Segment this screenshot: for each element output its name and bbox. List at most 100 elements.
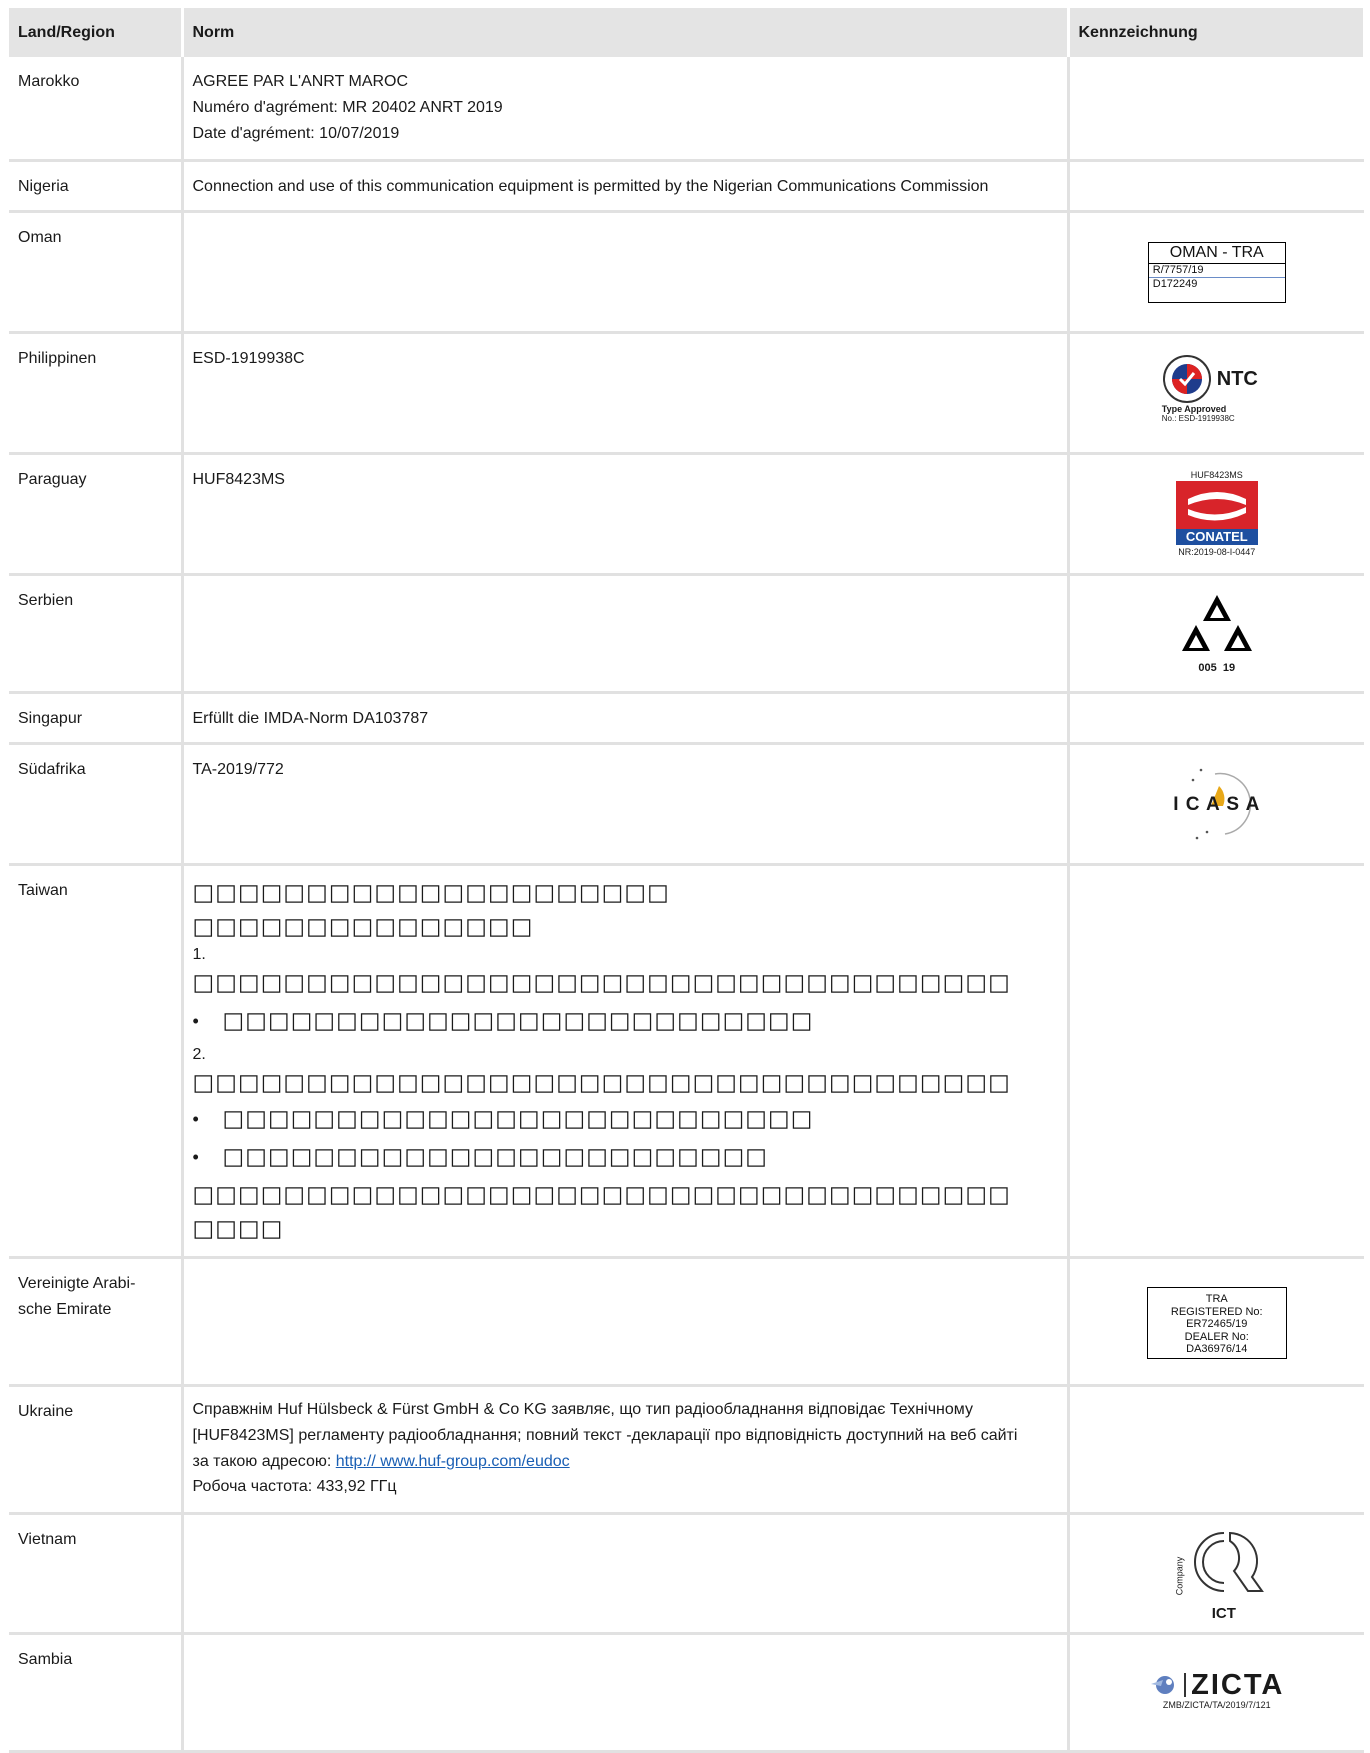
country-line: sche Emirate: [18, 1300, 112, 1318]
norm-cell: ESD-1919938C: [182, 332, 1070, 455]
oman-label-title: OMAN - TRA: [1148, 243, 1285, 264]
taiwan-line: □□□□□□□□□□□□□□□□□□□□□□□□: [222, 1143, 769, 1170]
uae-label-line: REGISTERED No:: [1170, 1305, 1263, 1318]
taiwan-bullet: • □□□□□□□□□□□□□□□□□□□□□□□□□□: [193, 1004, 1057, 1038]
taiwan-line: □□□□□□□□□□□□□□□□□□□□□□□□□□: [222, 1007, 814, 1034]
taiwan-number: 1.: [192, 945, 206, 963]
country-cell: Vereinigte Arabi- sche Emirate: [9, 1257, 184, 1387]
vietnam-mark: Company ICT: [1162, 1525, 1272, 1622]
mark-cell: 005 19: [1068, 574, 1364, 694]
mark-cell: [1068, 160, 1364, 213]
country-cell: Serbien: [9, 574, 184, 694]
norm-cell: [182, 1513, 1070, 1635]
header-norm: Norm: [182, 8, 1070, 57]
oman-label-line1: R/7757/19: [1148, 264, 1285, 278]
country-cell: Sambia: [9, 1633, 184, 1753]
mark-cell: [1068, 692, 1364, 745]
serbia-caption: 005 19: [1198, 661, 1236, 674]
header-country: Land/Region: [9, 8, 184, 57]
mark-cell: ZICTA ZMB/ZICTA/TA/2019/7/121: [1068, 1633, 1364, 1753]
uae-label-line: DA36976/14: [1186, 1343, 1248, 1355]
table-row: Vereinigte Arabi- sche Emirate TRA REGIS…: [9, 1257, 1364, 1387]
ntc-logo: NTC Type Approved No.: ESD-1919938C: [1162, 354, 1272, 423]
uae-label-line: ER72465/19: [1186, 1318, 1248, 1330]
table-row: Nigeria Connection and use of this commu…: [9, 160, 1364, 213]
eudoc-link[interactable]: http:// www.huf-group.com/eudoc: [336, 1453, 570, 1470]
regulatory-table: Land/Region Norm Kennzeichnung Marokko A…: [9, 8, 1366, 1753]
table-row: Serbien 005 19: [9, 574, 1364, 694]
mark-cell: Company ICT: [1068, 1513, 1364, 1635]
norm-cell: [182, 1633, 1070, 1753]
table-row: Marokko AGREE PAR L'ANRT MAROC Numéro d'…: [9, 57, 1364, 162]
serbia-triangle-mark-icon: [1181, 594, 1252, 651]
taiwan-bullet: • □□□□□□□□□□□□□□□□□□□□□□□□□□: [193, 1102, 1057, 1136]
table-header-row: Land/Region Norm Kennzeichnung: [9, 8, 1366, 57]
mark-cell: NTC Type Approved No.: ESD-1919938C: [1068, 332, 1364, 455]
bullet-dot: •: [192, 1108, 199, 1129]
table-row: Taiwan □□□□□□□□□□□□□□□□□□□□□ □□□□□□□□□□□…: [9, 864, 1364, 1259]
ntc-name: NTC: [1216, 368, 1258, 390]
norm-cell: Connection and use of this communication…: [182, 160, 1070, 213]
norm-line: Date d'agrément: 10/07/2019: [192, 125, 400, 142]
table-row: Südafrika TA-2019/772 I C A S A: [9, 743, 1364, 866]
table-row: Paraguay HUF8423MS HUF8423MS CONATEL NR:…: [9, 453, 1364, 576]
conatel-logo-icon: [1175, 480, 1258, 529]
table-row: Ukraine Справжнім Huf Hülsbeck & Fürst G…: [9, 1385, 1364, 1515]
mark-cell: [1068, 864, 1364, 1259]
ukraine-line: за такою адресою: http:// www.huf-group.…: [193, 1449, 1057, 1475]
table-row: Sambia ZICTA ZMB/ZICTA/TA/2019/7/121: [9, 1633, 1364, 1753]
taiwan-line: □□□□□□□□□□□□□□□□□□□□□□□□□□□□□□□□□□□□: [192, 969, 1011, 996]
ukraine-line: Робоча частота: 433,92 ГГц: [192, 1477, 397, 1495]
icasa-name: I C A S A: [1173, 793, 1261, 815]
conatel-bottom: NR:2019-08-I-0447: [1178, 546, 1256, 557]
mark-cell: [1068, 1385, 1364, 1515]
header-mark: Kennzeichnung: [1068, 8, 1366, 57]
vietnam-cr-mark-icon: [1193, 1531, 1264, 1592]
taiwan-line: □□□□□□□□□□□□□□□□□□□□□□□□□□: [222, 1105, 814, 1132]
serbia-mark: 005 19: [1181, 593, 1252, 674]
zicta-logo: ZICTA ZMB/ZICTA/TA/2019/7/121: [1142, 1671, 1292, 1712]
conatel-top: HUF8423MS: [1190, 469, 1243, 480]
norm-cell: AGREE PAR L'ANRT MAROC Numéro d'agrément…: [182, 57, 1070, 162]
norm-cell: [182, 211, 1070, 334]
country-cell: Paraguay: [9, 453, 184, 576]
zicta-logo-icon: [1151, 1676, 1175, 1694]
taiwan-bullet: • □□□□□□□□□□□□□□□□□□□□□□□□: [193, 1140, 1057, 1174]
mark-cell: HUF8423MS CONATEL NR:2019-08-I-0447: [1068, 453, 1364, 576]
table-row: Singapur Erfüllt die IMDA-Norm DA103787: [9, 692, 1364, 745]
country-cell: Taiwan: [9, 864, 184, 1259]
country-cell: Philippinen: [9, 332, 184, 455]
table-row: Philippinen ESD-1919938C NTC Type Approv…: [9, 332, 1364, 455]
uae-label-line: TRA: [1205, 1293, 1228, 1305]
ukraine-line: Справжнім Huf Hülsbeck & Fürst GmbH & Co…: [192, 1400, 973, 1418]
taiwan-line: □□□□□□□□□□□□□□□□□□□□□: [192, 879, 670, 906]
bullet-dot: •: [192, 1146, 199, 1167]
country-cell: Vietnam: [9, 1513, 184, 1635]
norm-cell: TA-2019/772: [182, 743, 1070, 866]
ukraine-address-prefix: за такою адресою:: [192, 1452, 336, 1470]
ntc-seal-icon: [1162, 355, 1211, 403]
mark-cell: OMAN - TRA R/7757/19 D172249: [1068, 211, 1364, 334]
norm-cell: Erfüllt die IMDA-Norm DA103787: [182, 692, 1070, 745]
norm-cell: [182, 1257, 1070, 1387]
zicta-caption: ZMB/ZICTA/TA/2019/7/121: [1162, 1700, 1271, 1710]
oman-label-line2: D172249: [1152, 278, 1198, 290]
ntc-caption1: Type Approved: [1161, 404, 1227, 414]
oman-tra-label: OMAN - TRA R/7757/19 D172249: [1147, 242, 1286, 303]
norm-line: AGREE PAR L'ANRT MAROC: [192, 73, 409, 90]
mark-cell: I C A S A: [1068, 743, 1364, 866]
conatel-logo: HUF8423MS CONATEL NR:2019-08-I-0447: [1162, 469, 1272, 559]
country-line: Vereinigte Arabi-: [18, 1274, 136, 1292]
ntc-caption2: No.: ESD-1919938C: [1161, 414, 1235, 423]
taiwan-line: □□□□□□□□□□□□□□□□□□□□□□□□□□□□□□□□□□□□: [192, 1181, 1011, 1208]
uae-tra-label: TRA REGISTERED No: ER72465/19 DEALER No:…: [1146, 1287, 1287, 1359]
taiwan-line: □□□□□□□□□□□□□□□□□□□□□□□□□□□□□□□□□□□□: [192, 1069, 1011, 1096]
vietnam-ict: ICT: [1211, 1605, 1236, 1622]
taiwan-line: □□□□□□□□□□□□□□□: [192, 913, 534, 940]
mark-cell: [1068, 57, 1364, 162]
norm-cell: HUF8423MS: [182, 453, 1070, 576]
country-cell: Oman: [9, 211, 184, 334]
uae-label-line: DEALER No:: [1184, 1330, 1249, 1343]
table-row: Vietnam Company ICT: [9, 1513, 1364, 1635]
norm-cell: Справжнім Huf Hülsbeck & Fürst GmbH & Co…: [182, 1385, 1070, 1515]
